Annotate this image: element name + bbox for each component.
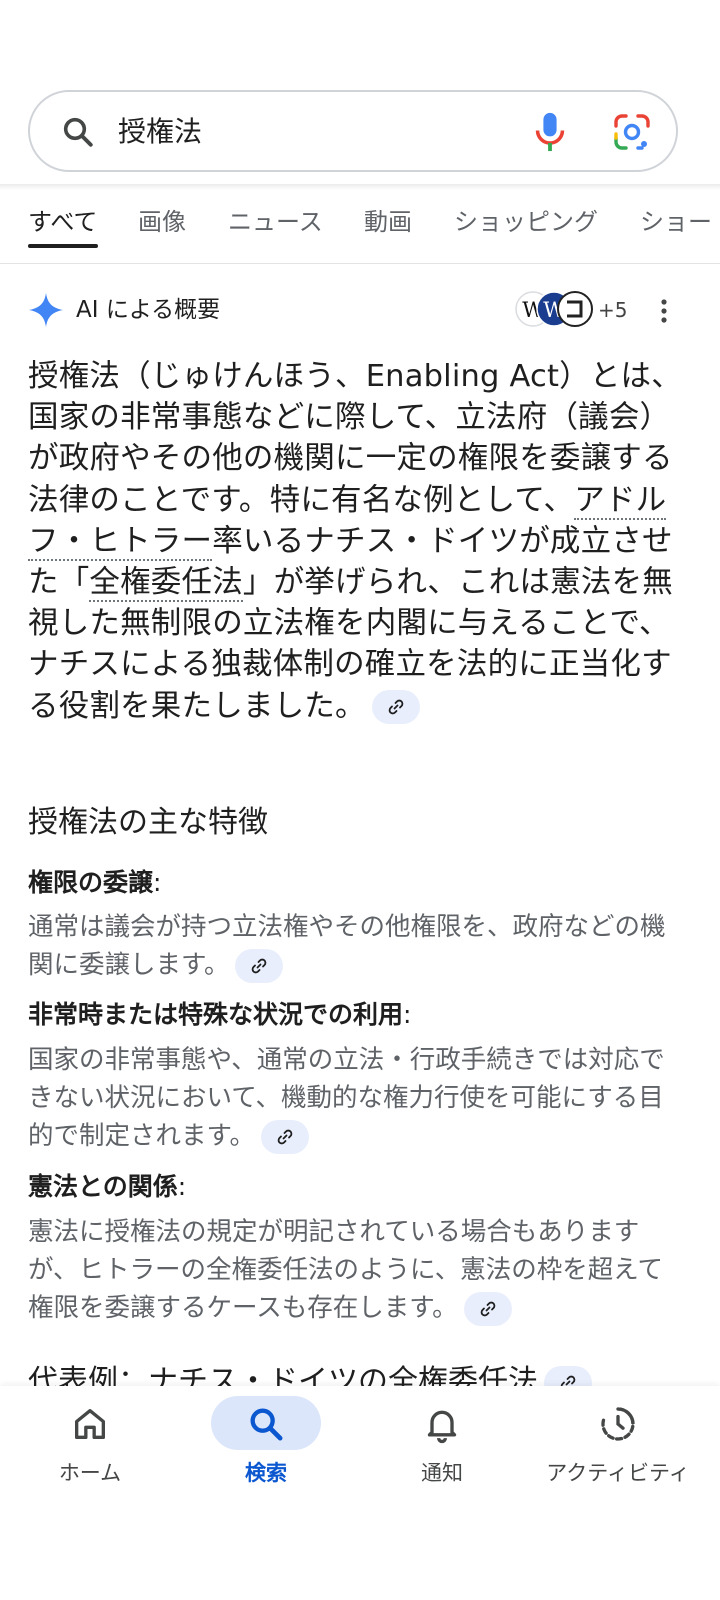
nav-home[interactable]: ホーム: [0, 1386, 180, 1506]
source-link-chip[interactable]: [235, 949, 284, 983]
link-icon: [480, 1301, 495, 1317]
tab-shopping[interactable]: ショッピング: [454, 206, 598, 238]
feature-title-text: 非常時または特殊な状況での利用: [28, 1000, 404, 1029]
link-icon: [252, 958, 267, 974]
bell-icon: [427, 1410, 457, 1444]
nav-activity-label: アクティビティ: [546, 1461, 690, 1485]
nav-notifications-label: 通知: [421, 1461, 463, 1485]
feature-title: 非常時または特殊な状況での利用:: [28, 1000, 412, 1029]
feature-title: 権限の委譲:: [28, 868, 162, 897]
nav-home-label: ホーム: [58, 1461, 122, 1485]
more-sources-count[interactable]: +5: [598, 296, 627, 324]
feature-title: 憲法との関係:: [28, 1172, 187, 1201]
feature-body: 通常は議会が持つ立法権やその他権限を、政府などの機関に委譲します。: [28, 908, 678, 984]
tab-videos[interactable]: 動画: [364, 206, 412, 238]
tab-images[interactable]: 画像: [138, 206, 186, 238]
source-favicons-icon[interactable]: W W: [514, 290, 598, 328]
microphone-icon[interactable]: [532, 110, 568, 154]
feature-body-text: 通常は議会が持つ立法権やその他権限を、政府などの機関に委譲します。: [28, 912, 666, 980]
header-divider: [0, 184, 720, 190]
nav-search-label: 検索: [245, 1461, 287, 1485]
nav-activity[interactable]: アクティビティ: [528, 1386, 708, 1506]
search-results-page: 授権法 すべて 画像 ニュース 動画 ショッピング ショー AI による概要 W…: [0, 0, 720, 1600]
more-vert-icon[interactable]: [654, 296, 674, 326]
search-icon: [250, 1408, 283, 1441]
nav-search[interactable]: 検索: [176, 1386, 356, 1506]
active-tab-indicator: [28, 244, 98, 248]
search-bar[interactable]: 授権法: [28, 90, 678, 172]
bottom-navigation: ホーム 検索 通知 アクティビティ: [0, 1386, 720, 1600]
feature-body: 憲法に授権法の規定が明記されている場合もありますが、ヒトラーの全権委任法のように…: [28, 1213, 678, 1327]
feature-title-text: 憲法との関係: [28, 1172, 178, 1201]
nav-notifications[interactable]: 通知: [352, 1386, 532, 1506]
tab-shorts[interactable]: ショー: [640, 206, 712, 238]
features-heading: 授権法の主な特徴: [28, 805, 268, 840]
gemini-sparkle-icon: [29, 293, 63, 327]
search-icon[interactable]: [60, 114, 96, 150]
link-icon: [388, 699, 404, 715]
ai-overview-title: AI による概要: [76, 297, 221, 323]
feature-body-text: 国家の非常事態や、通常の立法・行政手続きでは対応できない状況において、機動的な権…: [28, 1045, 665, 1151]
google-lens-icon[interactable]: [612, 112, 652, 152]
source-link-chip[interactable]: [371, 690, 420, 725]
search-input[interactable]: 授権法: [118, 112, 202, 152]
enabling-act-link[interactable]: 全権委任法: [89, 565, 243, 603]
source-link-chip[interactable]: [463, 1292, 512, 1326]
activity-icon: [601, 1407, 635, 1441]
source-link-chip[interactable]: [260, 1120, 309, 1154]
feature-body-text: 憲法に授権法の規定が明記されている場合もありますが、ヒトラーの全権委任法のように…: [28, 1217, 663, 1323]
ai-overview-summary: 授権法（じゅけんほう、Enabling Act）とは、国家の非常事態などに際して…: [28, 356, 688, 727]
link-icon: [277, 1129, 293, 1145]
feature-body: 国家の非常事態や、通常の立法・行政手続きでは対応できない状況において、機動的な権…: [28, 1041, 678, 1155]
tab-all[interactable]: すべて: [28, 206, 97, 238]
tab-news[interactable]: ニュース: [228, 206, 323, 238]
feature-title-text: 権限の委譲: [28, 868, 154, 897]
search-tabs: すべて 画像 ニュース 動画 ショッピング ショー: [0, 196, 720, 264]
home-icon: [75, 1409, 106, 1439]
